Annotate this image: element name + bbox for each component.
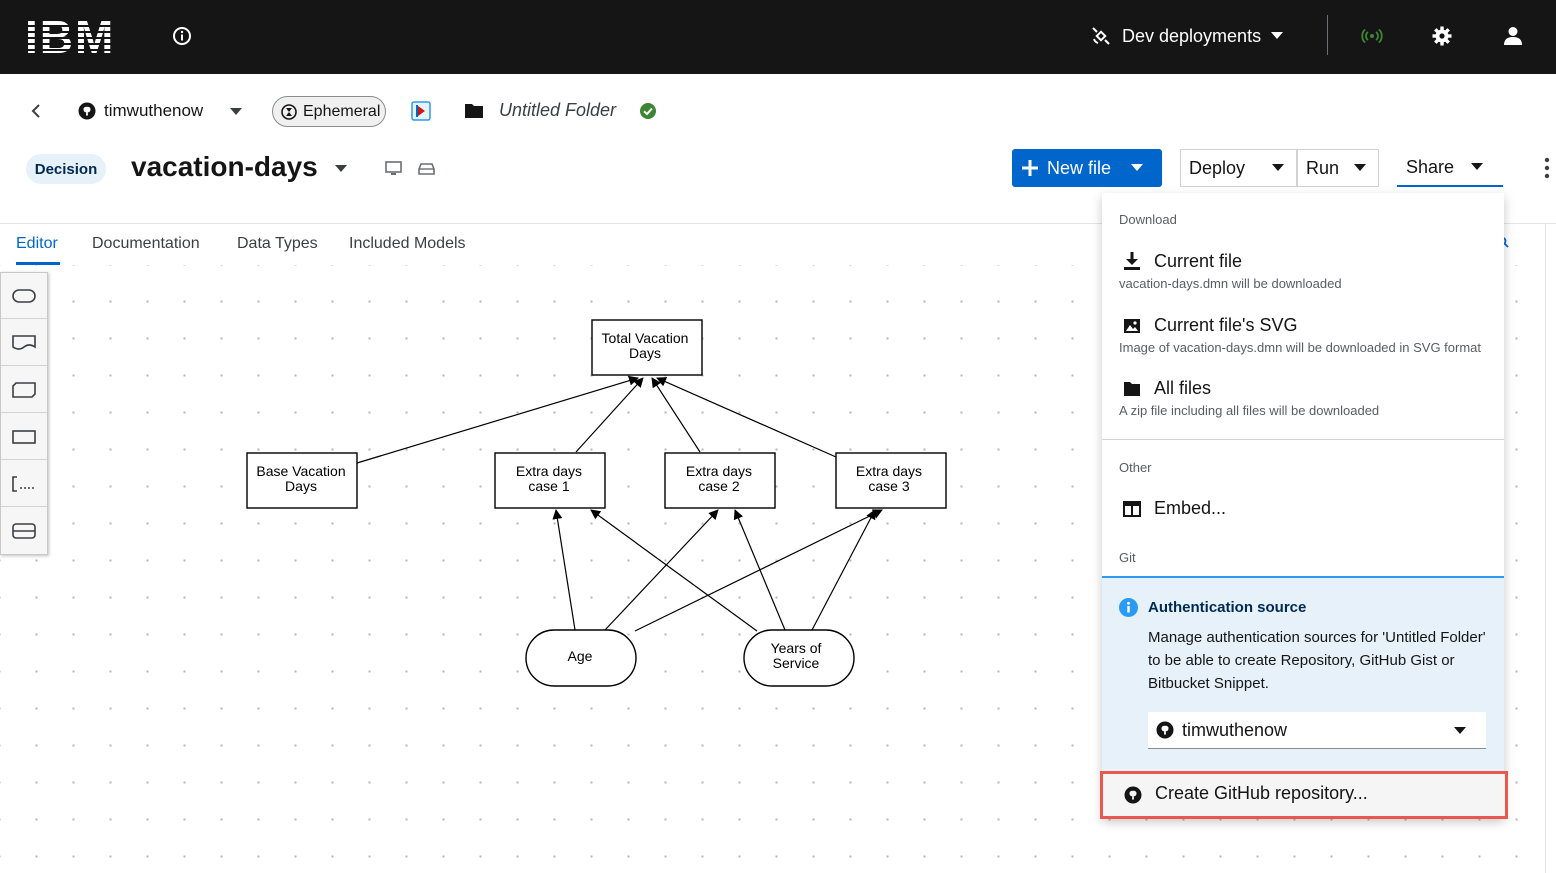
palette-text-annotation[interactable] (1, 461, 47, 507)
create-repo-label: Create GitHub repository... (1155, 783, 1368, 803)
other-group-title: Other (1119, 460, 1152, 475)
auth-source-body: Manage authentication sources for 'Untit… (1148, 629, 1486, 692)
node-total-line-1: Total Vacation (602, 330, 689, 346)
edge-age-extra3 (634, 509, 883, 632)
edge-extra3-total (656, 377, 837, 458)
input-data-shape-icon (12, 288, 36, 303)
auth-source-alert: Authentication source Manage authenticat… (1102, 576, 1504, 771)
node-extra1-line-2: case 1 (528, 478, 569, 494)
edge-age-extra1 (552, 509, 576, 631)
git-group-title: Git (1119, 550, 1136, 565)
node-years-line-1: Years of (771, 640, 822, 656)
info-circle-icon (1119, 598, 1138, 617)
edge-extra2-total (651, 377, 701, 453)
node-palette (0, 272, 48, 555)
node-extra2-line-1: Extra days (686, 463, 752, 479)
current-file-description: vacation-days.dmn will be downloaded (1119, 276, 1342, 291)
folder-icon (1124, 382, 1140, 396)
auth-account-select[interactable]: timwuthenow (1148, 712, 1486, 749)
auth-account-value: timwuthenow (1182, 719, 1288, 740)
palette-decision[interactable] (1, 414, 47, 460)
decision-shape-icon (12, 429, 36, 444)
app-root: IBM Dev deployments timwuthenow Ephemera… (0, 0, 1556, 873)
node-years-line-2: Service (773, 655, 820, 671)
edge-base-total (356, 375, 639, 464)
edge-years-extra1 (590, 509, 758, 632)
node-total-vacation-days[interactable]: Total Vacation Days (591, 319, 703, 376)
download-current-file-item[interactable]: Current file vacation-days.dmn will be d… (1102, 245, 1504, 295)
create-github-repository-item[interactable]: Create GitHub repository... (1100, 771, 1508, 819)
download-group-title: Download (1119, 212, 1177, 227)
node-extra2-line-2: case 2 (698, 478, 739, 494)
download-all-files-item[interactable]: All files A zip file including all files… (1102, 372, 1504, 422)
bkm-shape-icon (12, 381, 36, 398)
share-dropdown-menu: Download Current file vacation-days.dmn … (1102, 193, 1504, 818)
diagram-edges (356, 375, 883, 632)
node-extra-days-case-2[interactable]: Extra days case 2 (664, 452, 776, 509)
edge-years-extra2 (733, 509, 786, 631)
current-svg-description: Image of vacation-days.dmn will be downl… (1119, 340, 1482, 355)
palette-input-data[interactable] (1, 273, 47, 319)
palette-knowledge-source[interactable] (1, 320, 47, 366)
download-icon (1124, 252, 1140, 270)
decision-service-shape-icon (12, 523, 36, 539)
edge-extra1-total (575, 377, 644, 453)
node-extra1-line-1: Extra days (516, 463, 582, 479)
chevron-down-icon (1454, 727, 1466, 734)
palette-bkm[interactable] (1, 367, 47, 413)
github-icon (1124, 786, 1142, 804)
embed-icon (1123, 501, 1141, 517)
node-base-line-1: Base Vacation (256, 463, 345, 479)
text-annotation-shape-icon (12, 475, 34, 492)
node-extra3-line-2: case 3 (868, 478, 909, 494)
all-files-description: A zip file including all files will be d… (1119, 403, 1380, 418)
node-extra-days-case-3[interactable]: Extra days case 3 (835, 452, 947, 509)
node-extra-days-case-1[interactable]: Extra days case 1 (494, 452, 606, 509)
download-svg-item[interactable]: Current file's SVG Image of vacation-day… (1102, 309, 1504, 359)
github-icon (1156, 721, 1174, 739)
current-svg-label: Current file's SVG (1154, 315, 1298, 335)
node-base-line-2: Days (285, 478, 317, 494)
menu-separator (1102, 439, 1504, 440)
image-icon (1124, 319, 1140, 333)
current-file-label: Current file (1154, 251, 1243, 271)
all-files-label: All files (1154, 378, 1212, 398)
embed-item[interactable]: Embed... (1102, 492, 1504, 526)
node-years-of-service[interactable]: Years of Service (743, 629, 855, 687)
knowledge-source-shape-icon (12, 334, 36, 350)
node-base-vacation-days[interactable]: Base Vacation Days (246, 452, 358, 509)
edge-age-extra2 (604, 509, 719, 631)
node-total-line-2: Days (629, 345, 661, 361)
node-age[interactable]: Age (525, 629, 637, 687)
embed-label: Embed... (1154, 498, 1227, 518)
palette-decision-service[interactable] (1, 508, 47, 554)
edge-years-extra3 (811, 509, 876, 631)
auth-source-title: Authentication source (1148, 599, 1307, 616)
node-age-label: Age (568, 648, 593, 664)
node-extra3-line-1: Extra days (856, 463, 922, 479)
